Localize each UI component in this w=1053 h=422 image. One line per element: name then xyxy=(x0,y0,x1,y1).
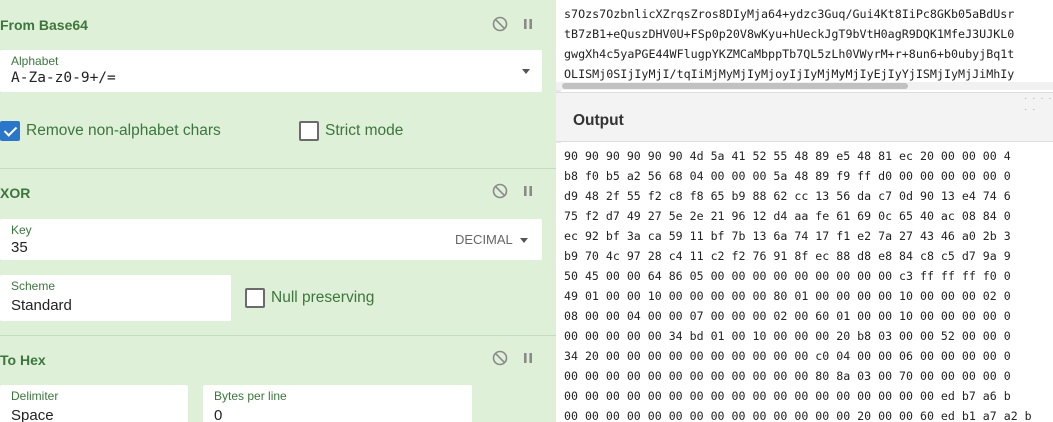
input-line: tB7zB1+eQuszDHV0U+FSp0p20V8wKyu+hUeckJgT… xyxy=(564,27,1015,41)
operation-title: From Base64 xyxy=(0,17,88,33)
checkbox-label: Remove non-alphabet chars xyxy=(26,122,221,139)
output-line: 49 01 00 00 10 00 00 00 00 00 80 01 00 0… xyxy=(564,289,1011,303)
strict-mode-checkbox[interactable]: Strict mode xyxy=(299,121,403,141)
output-line: b8 f0 b5 a2 56 68 04 00 00 00 5a 48 89 f… xyxy=(564,169,1011,183)
key-input[interactable]: Key 35 DECIMAL xyxy=(0,219,542,260)
pause-icon[interactable] xyxy=(520,350,536,366)
disable-icon[interactable] xyxy=(492,350,508,366)
input-textarea[interactable]: s7Ozs7OzbnlicXZrqsZros8DIyMja64+ydzc3Guq… xyxy=(556,0,1053,90)
disable-icon[interactable] xyxy=(492,16,508,32)
field-label: Alphabet xyxy=(11,54,59,68)
operation-title: To Hex xyxy=(0,352,46,368)
field-label: Bytes per line xyxy=(214,389,287,403)
chevron-down-icon xyxy=(520,238,528,243)
scrollbar-thumb[interactable] xyxy=(562,83,908,89)
key-encoding-dropdown[interactable]: DECIMAL xyxy=(455,232,513,247)
output-line: 50 45 00 00 64 86 05 00 00 00 00 00 00 0… xyxy=(564,269,1011,283)
output-line: ec 92 bf 3a ca 59 11 bf 7b 13 6a 74 17 f… xyxy=(564,229,1011,243)
chevron-down-icon xyxy=(522,69,530,74)
field-value: Space xyxy=(11,407,54,422)
output-line: b9 70 4c 97 28 c4 11 c2 f2 76 91 8f ec 8… xyxy=(564,249,1011,263)
field-label: Delimiter xyxy=(11,389,59,403)
checkbox-label: Strict mode xyxy=(325,122,404,139)
output-line: 00 00 00 00 00 00 00 00 00 00 00 00 80 8… xyxy=(564,369,1011,383)
field-value: 0 xyxy=(214,407,223,422)
operation-title: XOR xyxy=(0,185,31,201)
pause-icon[interactable] xyxy=(520,16,536,32)
input-line: gwgXh4c5yaPGE44WFlugpYKZMCaMbppTb7QL5zLh… xyxy=(564,47,1015,61)
alphabet-select[interactable]: Alphabet A-Za-z0-9+/= xyxy=(0,50,542,92)
output-line: 75 f2 d7 49 27 5e 2e 21 96 12 d4 aa fe 6… xyxy=(564,209,1011,223)
output-line: 34 20 00 00 00 00 00 00 00 00 00 00 c0 0… xyxy=(564,349,1011,363)
output-line: 00 00 00 00 00 34 bd 01 00 10 00 00 00 2… xyxy=(564,329,1011,343)
checkbox-icon[interactable] xyxy=(299,121,319,141)
field-value: Standard xyxy=(11,297,72,314)
checkbox-icon[interactable] xyxy=(245,288,265,308)
input-line: OLISMj0SIjIyMjI/tqIiMjMyMjIyMjoyIjIyMjMy… xyxy=(564,67,1015,81)
output-line: 90 90 90 90 90 90 4d 5a 41 52 55 48 89 e… xyxy=(564,149,1011,163)
disable-icon[interactable] xyxy=(492,183,508,199)
output-line: 00 00 00 00 00 00 00 00 00 00 00 00 00 0… xyxy=(564,389,1011,403)
output-line: d9 48 2f 55 f2 c8 f8 65 b9 88 62 cc 13 5… xyxy=(564,189,1011,203)
remove-nonalpha-checkbox[interactable]: Remove non-alphabet chars xyxy=(0,121,221,141)
null-preserving-checkbox[interactable]: Null preserving xyxy=(245,288,374,308)
operation-from-base64: From Base64 Alphabet A-Za-z0-9+/= Remove… xyxy=(0,0,556,169)
scheme-select[interactable]: Scheme Standard xyxy=(0,275,231,321)
checkbox-icon[interactable] xyxy=(0,121,20,141)
output-title: Output xyxy=(573,112,624,129)
field-label: Key xyxy=(11,223,32,237)
output-line: 00 00 00 00 00 00 00 00 00 00 00 00 00 0… xyxy=(564,409,1032,422)
recipe-pane: From Base64 Alphabet A-Za-z0-9+/= Remove… xyxy=(0,0,556,422)
input-line: s7Ozs7OzbnlicXZrqsZros8DIyMja64+ydzc3Guq… xyxy=(564,7,1015,21)
field-label: Scheme xyxy=(11,279,56,293)
field-value: 35 xyxy=(11,239,28,256)
operation-to-hex: To Hex Delimiter Space Bytes per line 0 xyxy=(0,336,556,422)
output-textarea[interactable]: 90 90 90 90 90 90 4d 5a 41 52 55 48 89 e… xyxy=(556,143,1053,422)
delimiter-select[interactable]: Delimiter Space xyxy=(0,385,188,422)
operation-xor: XOR Key 35 DECIMAL Scheme Standard Null … xyxy=(0,169,556,336)
output-header: Output xyxy=(556,92,1053,142)
field-value: A-Za-z0-9+/= xyxy=(11,70,116,86)
output-line: 08 00 00 04 00 00 07 00 00 00 02 00 60 0… xyxy=(564,309,1011,323)
resize-grip-icon[interactable]: · · · · · · xyxy=(1024,93,1053,115)
bytes-per-line-input[interactable]: Bytes per line 0 xyxy=(203,385,472,422)
pause-icon[interactable] xyxy=(520,183,536,199)
checkbox-label: Null preserving xyxy=(271,289,375,306)
